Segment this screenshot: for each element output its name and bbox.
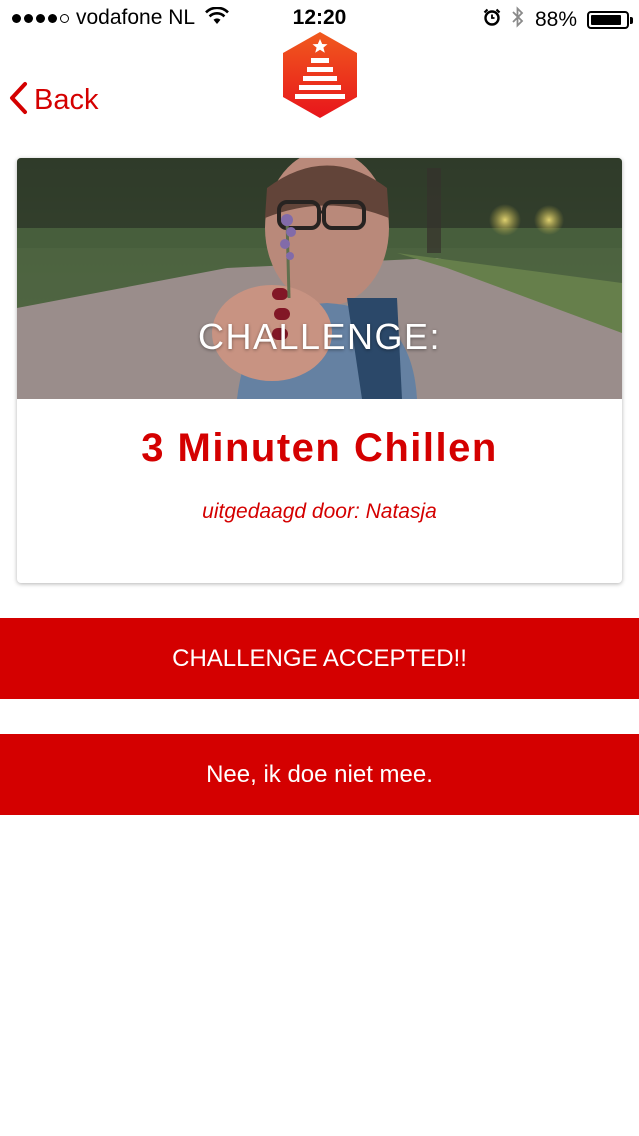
challenge-card: CHALLENGE: 3 Minuten Chillen uitgedaagd … — [17, 158, 622, 583]
battery-percentage: 88% — [534, 7, 577, 31]
battery-tip — [630, 16, 633, 24]
signal-dot — [36, 13, 45, 23]
signal-dot — [24, 13, 33, 23]
signal-dot — [48, 13, 57, 23]
accept-challenge-button[interactable]: CHALLENGE ACCEPTED!! — [0, 618, 639, 699]
wifi-icon — [205, 6, 230, 30]
image-caption: CHALLENGE: — [197, 316, 442, 357]
battery-icon — [587, 10, 633, 29]
chevron-left-icon — [8, 81, 28, 120]
status-bar-right: 88% — [483, 6, 633, 33]
alarm-icon — [483, 8, 501, 31]
signal-dot — [60, 13, 69, 23]
app-logo-icon — [280, 30, 360, 120]
bluetooth-icon — [511, 6, 525, 33]
status-bar-left: vodafone NL — [12, 6, 230, 30]
decline-challenge-button[interactable]: Nee, ik doe niet mee. — [0, 734, 639, 815]
challenge-image: CHALLENGE: — [17, 158, 622, 399]
back-label: Back — [34, 84, 99, 116]
signal-strength-icon — [12, 13, 69, 23]
battery-level — [591, 14, 621, 25]
back-button[interactable]: Back — [8, 80, 98, 120]
signal-dot — [12, 13, 21, 23]
challenged-by-label: uitgedaagd door: Natasja — [202, 500, 437, 523]
challenge-title: 3 Minuten Chillen — [141, 426, 498, 470]
carrier-name: vodafone NL — [76, 6, 196, 29]
